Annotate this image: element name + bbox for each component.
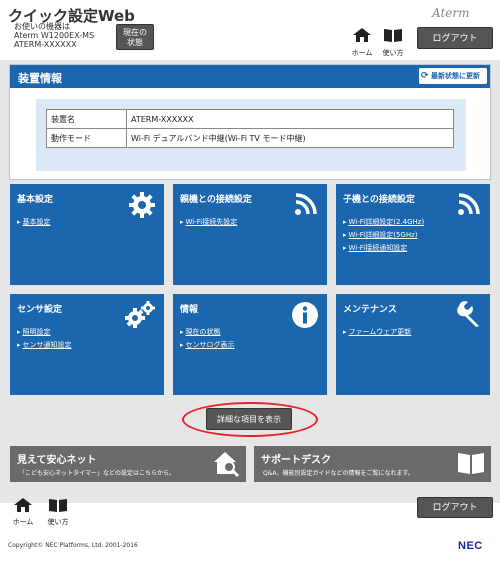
tile-links: ▸ Wi-Fi詳細設定(2.4GHz) ▸ Wi-Fi詳細設定(5GHz) ▸ Wi-…: [343, 216, 424, 255]
refresh-label: 最新状態に更新: [431, 72, 480, 80]
nec-logo: NEC: [458, 540, 483, 552]
footer-home-button[interactable]: ホーム: [11, 497, 35, 527]
tile-sensor-settings: センサ設定 ▸ 照明設定 ▸ センサ通知設定: [10, 294, 164, 395]
device-model: Aterm W1200EX-MS: [14, 31, 95, 40]
tile-links: ▸ 基本設定: [17, 216, 51, 229]
table-row: 動作モード Wi-Fi デュアルバンド中継(Wi-Fi TV モード中継): [46, 128, 454, 148]
usage-button[interactable]: 使い方: [381, 27, 405, 58]
info-icon: [292, 302, 318, 328]
wrench-icon: [457, 301, 479, 327]
usage-label: 使い方: [382, 49, 404, 57]
gear-icon: [129, 192, 155, 218]
home-button[interactable]: ホーム: [350, 27, 374, 58]
current-status-button[interactable]: 現在の 状態: [116, 24, 154, 50]
device-panel-title: 装置情報: [18, 72, 62, 85]
footer-usage-button[interactable]: 使い方: [46, 497, 70, 527]
row-value: ATERM-XXXXXX: [126, 109, 454, 129]
gears-icon: [125, 301, 155, 328]
device-panel-header: 装置情報 ⟳ 最新状態に更新: [10, 65, 490, 88]
link-wifi-detail-24ghz[interactable]: ▸ Wi-Fi詳細設定(2.4GHz): [343, 216, 424, 229]
tile-child-connection: 子機との接続設定 ▸ Wi-Fi詳細設定(2.4GHz) ▸ Wi-Fi詳細設定(5…: [336, 184, 490, 285]
link-wifi-connection-notify[interactable]: ▸ Wi-Fi接続通知設定: [343, 242, 424, 255]
tile-title: メンテナンス: [343, 305, 397, 315]
wifi-icon: [458, 193, 480, 215]
link-sensor-log[interactable]: ▸ センサログ表示: [180, 339, 235, 352]
footer-usage-label: 使い方: [47, 518, 69, 526]
device-info-line: お使いの機器は: [14, 22, 70, 31]
footer-logout-button[interactable]: ログアウト: [417, 497, 493, 518]
device-info-panel: 装置情報 ⟳ 最新状態に更新 装置名 ATERM-XXXXXX 動作モード Wi…: [9, 64, 491, 180]
row-key: 装置名: [46, 109, 127, 129]
device-info-box: 装置名 ATERM-XXXXXX 動作モード Wi-Fi デュアルバンド中継(W…: [36, 99, 466, 171]
card-desc: Q&A、機能別設定ガイドなどの情報をご覧になれます。: [263, 470, 414, 477]
status-button-line1: 現在の: [123, 28, 147, 37]
card-title: サポートデスク: [261, 455, 331, 466]
logout-button[interactable]: ログアウト: [417, 27, 493, 49]
tile-parent-connection: 親機との接続設定 ▸ Wi-Fi接続先設定: [173, 184, 327, 285]
book-icon: [458, 453, 484, 474]
row-key: 動作モード: [46, 128, 127, 148]
refresh-icon: ⟳: [421, 71, 429, 81]
highlight-ellipse: [182, 402, 318, 437]
tile-links: ▸ 現在の状態 ▸ センサログ表示: [180, 326, 235, 352]
tile-title: センサ設定: [17, 305, 63, 315]
tile-basic-settings: 基本設定 ▸ 基本設定: [10, 184, 164, 285]
book-icon: [384, 29, 402, 42]
tile-title: 基本設定: [17, 195, 54, 205]
link-wifi-connection-target[interactable]: ▸ Wi-Fi接続先設定: [180, 216, 237, 229]
mieru-anshin-net-card[interactable]: 見えて安心ネット 「こども安心ネットタイマー」などの設定はこちらから。: [10, 446, 246, 482]
copyright-text: Copyright© NEC Platforms, Ltd. 2001-2016: [8, 542, 138, 549]
book-icon: [49, 499, 67, 512]
link-wifi-detail-5ghz[interactable]: ▸ Wi-Fi詳細設定(5GHz): [343, 229, 424, 242]
home-label: ホーム: [351, 49, 373, 57]
device-name: ATERM-XXXXXX: [14, 40, 77, 49]
row-value: Wi-Fi デュアルバンド中継(Wi-Fi TV モード中継): [126, 128, 454, 148]
aterm-logo: Aterm: [432, 6, 470, 20]
tile-links: ▸ Wi-Fi接続先設定: [180, 216, 237, 229]
header: クイック設定Web お使いの機器は Aterm W1200EX-MS ATERM…: [0, 0, 500, 60]
link-sensor-notify[interactable]: ▸ センサ通知設定: [17, 339, 72, 352]
link-current-status[interactable]: ▸ 現在の状態: [180, 326, 235, 339]
support-desk-card[interactable]: サポートデスク Q&A、機能別設定ガイドなどの情報をご覧になれます。: [254, 446, 491, 482]
tile-title: 情報: [180, 305, 199, 315]
tile-title: 親機との接続設定: [180, 195, 252, 205]
status-button-line2: 状態: [127, 38, 143, 47]
tile-links: ▸ 照明設定 ▸ センサ通知設定: [17, 326, 72, 352]
tile-information: 情報 ▸ 現在の状態 ▸ センサログ表示: [173, 294, 327, 395]
card-desc: 「こども安心ネットタイマー」などの設定はこちらから。: [19, 470, 176, 477]
main-content: 装置情報 ⟳ 最新状態に更新 装置名 ATERM-XXXXXX 動作モード Wi…: [0, 60, 500, 503]
device-info: お使いの機器は Aterm W1200EX-MS ATERM-XXXXXX: [14, 22, 94, 49]
card-title: 見えて安心ネット: [17, 455, 97, 466]
wifi-icon: [295, 193, 317, 215]
link-basic-settings[interactable]: ▸ 基本設定: [17, 216, 51, 229]
refresh-button[interactable]: ⟳ 最新状態に更新: [419, 68, 487, 84]
footer-home-label: ホーム: [12, 518, 34, 526]
house-search-icon: [214, 452, 240, 478]
table-row: 装置名 ATERM-XXXXXX: [46, 109, 454, 129]
link-lighting-settings[interactable]: ▸ 照明設定: [17, 326, 72, 339]
tile-maintenance: メンテナンス ▸ ファームウェア更新: [336, 294, 490, 395]
link-firmware-update[interactable]: ▸ ファームウェア更新: [343, 326, 411, 339]
home-icon: [353, 28, 371, 42]
tile-title: 子機との接続設定: [343, 195, 415, 205]
tile-links: ▸ ファームウェア更新: [343, 326, 411, 339]
home-icon: [14, 498, 32, 512]
device-info-table: 装置名 ATERM-XXXXXX 動作モード Wi-Fi デュアルバンド中継(W…: [46, 109, 454, 148]
